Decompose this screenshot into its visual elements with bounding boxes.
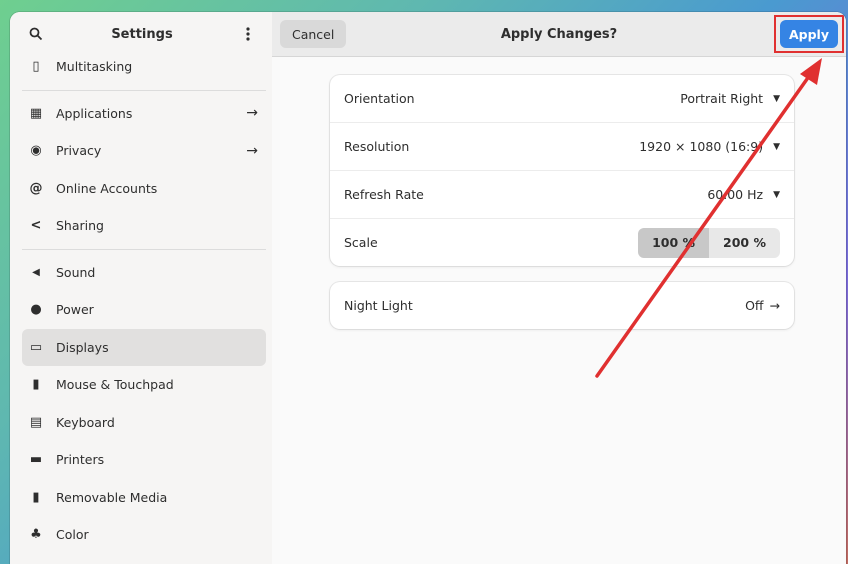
color-icon: ♣ [30,527,42,543]
arrow-right-icon: → [769,298,780,313]
keyboard-icon: ▤ [29,414,43,430]
sidebar-item-sharing[interactable]: < Sharing [22,207,266,245]
at-icon: @ [29,180,43,196]
cancel-button[interactable]: Cancel [280,20,347,48]
share-icon: < [30,218,42,234]
sidebar-item-label: Online Accounts [56,180,158,196]
scale-toggle-group: 100 % 200 % [638,227,780,258]
sidebar-title: Settings [111,26,173,42]
mouse-icon: ▮ [32,377,40,393]
refresh-rate-value: 60.00 Hz [707,187,764,202]
chevron-down-icon: ▼ [773,189,780,200]
sidebar-item-label: Keyboard [56,414,115,430]
orientation-value: Portrait Right [680,91,764,106]
orientation-label: Orientation [344,91,415,106]
sidebar-item-displays[interactable]: ▭ Displays [22,328,266,366]
sidebar-item-label: Mouse & Touchpad [56,377,174,393]
kebab-menu-icon[interactable] [236,22,260,46]
sidebar-item-applications[interactable]: ▦ Applications → [22,95,266,133]
resolution-dropdown[interactable]: 1920 × 1080 (16:9) ▼ [639,139,780,154]
sidebar-item-label: Printers [56,452,105,468]
sidebar-item-keyboard[interactable]: ▤ Keyboard [22,404,266,442]
refresh-rate-row[interactable]: Refresh Rate 60.00 Hz ▼ [330,171,794,219]
display-settings-card: Orientation Portrait Right ▼ Resolution … [330,75,794,266]
sidebar-item-removable-media[interactable]: ▮ Removable Media [22,479,266,517]
sidebar-item-label: Privacy [56,143,102,159]
applications-icon: ▦ [29,105,43,121]
sidebar-item-mouse-touchpad[interactable]: ▮ Mouse & Touchpad [22,366,266,404]
arrow-right-icon: → [246,105,258,122]
main-panel: Cancel Apply Changes? Apply Orientation … [272,12,846,564]
dialog-title: Apply Changes? [500,26,618,42]
chevron-down-icon: ▼ [773,141,780,152]
sidebar-item-sound[interactable]: ◀ Sound [22,254,266,292]
sidebar-item-label: Applications [56,105,133,121]
sidebar-item-label: Removable Media [56,489,168,505]
sidebar-item-multitasking[interactable]: ▯ Multitasking [22,48,266,86]
sidebar-divider [22,89,266,91]
refresh-rate-label: Refresh Rate [344,187,424,202]
sidebar-item-label: Color [56,527,89,543]
apply-highlight-box: Apply [774,15,844,53]
night-light-row[interactable]: Night Light Off → [330,282,794,329]
sidebar-divider [22,248,266,250]
sidebar-item-label: Power [56,302,94,318]
power-icon: ● [30,302,42,318]
sidebar-item-color[interactable]: ♣ Color [22,516,266,554]
settings-window: Settings ▯ Multitasking ▦ Applications →… [10,12,846,564]
scale-100-button[interactable]: 100 % [638,227,710,258]
night-light-value: Off [745,298,764,313]
chevron-down-icon: ▼ [773,93,780,104]
night-light-label: Night Light [344,298,413,313]
refresh-rate-dropdown[interactable]: 60.00 Hz ▼ [707,187,780,202]
sidebar-item-privacy[interactable]: ◉ Privacy → [22,132,266,170]
search-icon[interactable] [24,22,48,46]
sidebar-item-online-accounts[interactable]: @ Online Accounts [22,170,266,208]
orientation-dropdown[interactable]: Portrait Right ▼ [680,91,780,106]
sidebar: Settings ▯ Multitasking ▦ Applications →… [10,12,273,564]
scale-row: Scale 100 % 200 % [330,219,794,266]
night-light-card: Night Light Off → [330,282,794,329]
resolution-value: 1920 × 1080 (16:9) [639,139,764,154]
display-icon: ▭ [29,339,43,355]
scale-200-button[interactable]: 200 % [709,227,780,258]
sidebar-item-power[interactable]: ● Power [22,291,266,329]
sidebar-item-printers[interactable]: ▬ Printers [22,441,266,479]
resolution-row[interactable]: Resolution 1920 × 1080 (16:9) ▼ [330,123,794,171]
sidebar-item-label: Sharing [56,218,104,234]
printer-icon: ▬ [29,452,43,468]
scale-label: Scale [344,235,378,250]
usb-icon: ▮ [32,489,40,505]
sidebar-list: ▯ Multitasking ▦ Applications → ◉ Privac… [10,48,272,554]
multitasking-icon: ▯ [32,59,40,75]
resolution-label: Resolution [344,139,410,154]
sidebar-item-label: Multitasking [56,59,133,75]
apply-button[interactable]: Apply [780,20,838,48]
night-light-status: Off → [745,298,780,313]
privacy-icon: ◉ [30,143,42,159]
orientation-row[interactable]: Orientation Portrait Right ▼ [330,75,794,123]
arrow-right-icon: → [246,142,258,159]
sidebar-item-label: Displays [56,339,109,355]
header-bar: Cancel Apply Changes? Apply [272,12,846,57]
sidebar-item-label: Sound [56,264,96,280]
speaker-icon: ◀ [32,266,40,278]
